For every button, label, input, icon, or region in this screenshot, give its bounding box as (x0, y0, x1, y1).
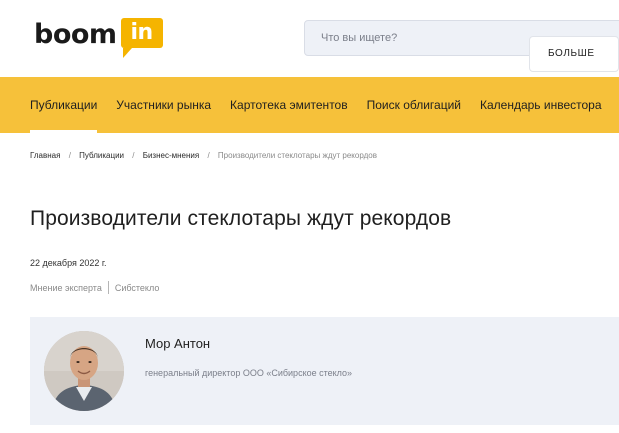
author-role: генеральный директор ООО «Сибирское стек… (145, 368, 353, 378)
breadcrumb-separator: / (132, 151, 135, 160)
nav-item-issuers[interactable]: Картотека эмитентов (230, 77, 348, 133)
logo-badge: in (120, 18, 163, 58)
tag-divider (107, 281, 109, 294)
site-logo[interactable]: boom in (34, 18, 163, 62)
tag-sibsteklo[interactable]: Сибстекло (115, 283, 160, 293)
nav-item-market-participants[interactable]: Участники рынка (116, 77, 211, 133)
site-header: boom in (0, 0, 619, 77)
author-card: Мор Антон генеральный директор ООО «Сиби… (30, 317, 619, 425)
logo-badge-text: in (130, 20, 153, 45)
article-date: 22 декабря 2022 г. (30, 258, 107, 268)
breadcrumb-separator: / (68, 151, 71, 160)
breadcrumb-business-opinions[interactable]: Бизнес-мнения (143, 151, 200, 160)
main-nav: Публикации Участники рынка Картотека эми… (0, 77, 619, 133)
breadcrumb: Главная / Публикации / Бизнес-мнения / П… (30, 151, 377, 160)
author-more-button[interactable]: БОЛЬШЕ (529, 36, 619, 72)
nav-item-publications[interactable]: Публикации (30, 77, 98, 133)
author-avatar (44, 331, 124, 411)
tag-expert-opinion[interactable]: Мнение эксперта (30, 283, 102, 293)
breadcrumb-current: Производители стеклотары ждут рекордов (217, 151, 377, 160)
nav-item-bond-search[interactable]: Поиск облигаций (367, 77, 461, 133)
logo-wordmark: boom (34, 19, 117, 50)
author-name[interactable]: Мор Антон (145, 336, 210, 351)
nav-item-investor-calendar[interactable]: Календарь инвестора (480, 77, 602, 133)
breadcrumb-separator: / (207, 151, 210, 160)
article-tags: Мнение эксперта Сибстекло (30, 281, 159, 294)
page-title: Производители стеклотары ждут рекордов (30, 207, 452, 230)
breadcrumb-publications[interactable]: Публикации (79, 151, 124, 160)
author-photo (44, 331, 124, 411)
breadcrumb-home[interactable]: Главная (30, 151, 60, 160)
